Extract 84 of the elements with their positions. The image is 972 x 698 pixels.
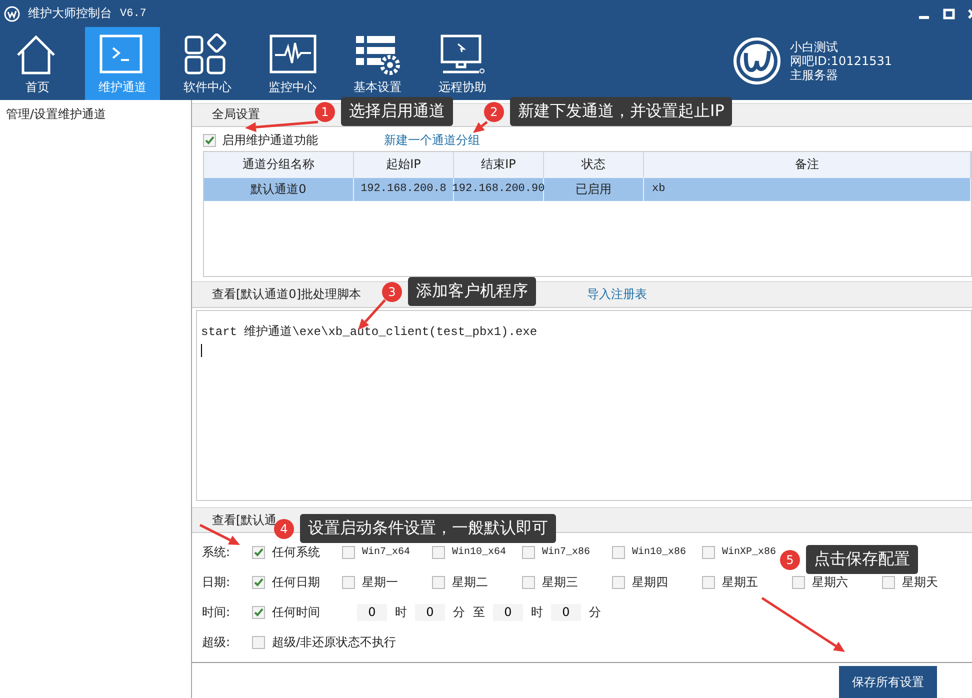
checkbox-label: Win10_x86 [632,546,686,558]
toolbar-tab[interactable]: 远程协助 [425,27,500,100]
sidebar-item[interactable]: 管理/设置维护通道 [0,100,191,129]
maximize-icon[interactable] [943,8,955,20]
checkbox[interactable] [432,546,445,559]
row-label: 时间: [202,604,232,621]
number-field[interactable]: 0 [551,604,581,621]
checkbox[interactable] [882,576,895,589]
section-title: 查看[默认通 [212,512,277,529]
checkbox-label: 星期天 [902,574,938,591]
section-title: 查看[默认通道0]批处理脚本 [212,286,361,303]
table-cell: 192.168.200.8 [354,178,454,201]
unit-label: 时 [395,604,407,621]
checkbox[interactable] [702,576,715,589]
computer-cursor-icon [438,33,486,75]
checkbox-label: 星期五 [722,574,758,591]
checkbox[interactable] [522,576,535,589]
pulse-monitor-icon [268,33,316,75]
checkbox[interactable] [252,636,265,649]
toolbar-tab[interactable]: 基本设置 [340,27,415,100]
annotation-callout: 添加客户机程序 [408,277,536,306]
checkbox[interactable] [252,576,265,589]
toolbar-tab[interactable]: 首页 [0,27,75,100]
checkbox[interactable] [612,576,625,589]
checkbox-label: 星期六 [812,574,848,591]
checkbox-label: 超级/非还原状态不执行 [272,634,396,651]
checkbox[interactable] [522,546,535,559]
checkbox[interactable] [252,546,265,559]
checkbox-label: 任何时间 [272,604,320,621]
row-label: 系统: [202,544,232,561]
annotation-arrow [473,121,488,133]
save-all-button[interactable]: 保存所有设置 [839,666,937,698]
script-line: start 维护通道\exe\xb_auto_client(test_pbx1).exe [201,324,538,340]
annotation-callout: 点击保存配置 [806,545,918,574]
number-field[interactable]: 0 [415,604,445,621]
app-logo-icon [4,6,20,22]
unit-label: 分 [589,604,601,621]
checkbox-label: 星期二 [452,574,488,591]
checkbox-label: Win7_x86 [542,546,590,558]
checkbox-label: 星期四 [632,574,668,591]
annotation-callout: 新建下发通道，并设置起止IP [510,97,732,126]
new-group-link[interactable]: 新建一个通道分组 [384,132,480,149]
brand-logo [733,36,782,84]
list-gear-icon [354,33,402,75]
script-editor[interactable]: start 维护通道\exe\xb_auto_client(test_pbx1).exe [196,310,972,502]
toolbar-tab[interactable]: 监控中心 [255,27,330,100]
unit-label: 至 [473,604,485,621]
row-label: 超级: [202,634,232,651]
row-label: 日期: [202,574,232,591]
checkbox[interactable] [792,576,805,589]
checkbox-label: 星期一 [362,574,398,591]
server-role: 主服务器 [790,68,840,82]
checkbox-label: 启用维护通道功能 [222,132,318,149]
account-id: 网吧ID:10121531 [790,54,892,68]
checkbox[interactable] [342,576,355,589]
annotation-callout: 选择启用通道 [341,97,453,126]
checkbox-label: WinXP_x86 [722,546,776,558]
checkbox[interactable] [612,546,625,559]
checkbox-label: Win10_x64 [452,546,506,558]
checkbox[interactable] [342,546,355,559]
import-registry-link[interactable]: 导入注册表 [587,286,647,303]
unit-label: 时 [531,604,543,621]
table-cell: xb [644,178,971,201]
window-title: 维护大师控制台 [28,5,112,22]
number-field[interactable]: 0 [357,604,387,621]
checkbox-label: 任何日期 [272,574,320,591]
annotation-callout: 设置启动条件设置，一般默认即可 [300,514,556,543]
table-cell: 已启用 [544,178,644,201]
account-name: 小白测试 [790,40,840,54]
table-cell: 192.168.200.90 [454,178,544,201]
number-field[interactable]: 0 [493,604,523,621]
version-label: V6.7 [120,8,146,20]
table-row[interactable]: 默认通道0 192.168.200.8 192.168.200.90 已启用 xb [204,178,971,201]
toolbar-tab[interactable]: 软件中心 [170,27,245,100]
unit-label: 分 [453,604,465,621]
checkbox-label: 星期三 [542,574,578,591]
checkbox-label: 任何系统 [272,544,320,561]
table-cell: 默认通道0 [204,178,354,201]
checkbox[interactable] [252,606,265,619]
checkbox[interactable] [432,576,445,589]
checkbox-label: Win7_x64 [362,546,410,558]
checkbox[interactable] [702,546,715,559]
checkbox[interactable] [203,134,216,147]
section-title: 全局设置 [212,106,260,124]
